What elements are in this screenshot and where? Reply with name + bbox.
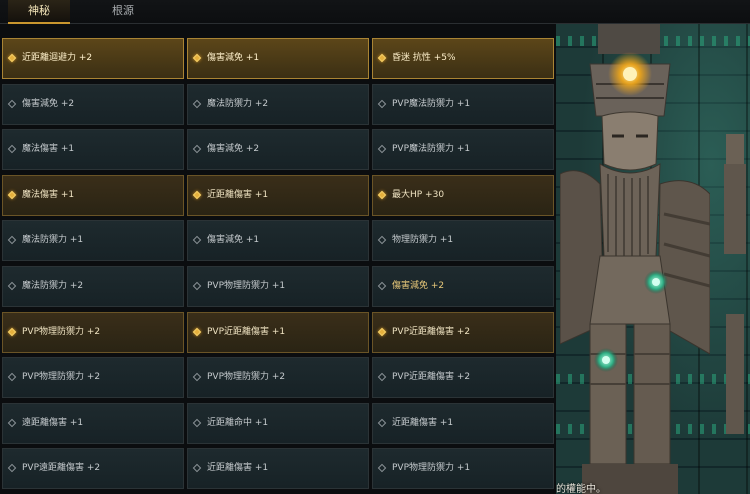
diamond-icon xyxy=(192,236,202,245)
diamond-icon xyxy=(7,99,17,108)
diamond-icon xyxy=(192,418,202,428)
perk-cell[interactable]: 近距離命中 +1 xyxy=(187,402,369,444)
perk-cell[interactable]: 魔法防禦力 +2 xyxy=(187,83,369,125)
perk-cell[interactable]: PVP物理防禦力 +2 xyxy=(187,357,369,399)
diamond-icon xyxy=(192,327,202,336)
perk-cell[interactable]: 近距離傷害 +1 xyxy=(187,174,369,216)
diamond-icon xyxy=(377,372,387,382)
perk-label: PVP遠距離傷害 +2 xyxy=(22,463,101,474)
perk-cell[interactable]: 傷害減免 +2 xyxy=(187,129,369,171)
diamond-icon xyxy=(7,190,17,200)
perk-cell[interactable]: 昏迷 抗性 +5% xyxy=(372,38,554,79)
diamond-icon xyxy=(377,53,387,63)
perk-cell[interactable]: 近距離迴避力 +2 xyxy=(2,38,184,79)
perk-cell[interactable]: 魔法傷害 +1 xyxy=(2,174,184,216)
perk-label: PVP近距離傷害 +1 xyxy=(207,326,286,337)
perk-label: 魔法傷害 +1 xyxy=(22,189,75,200)
diamond-icon xyxy=(7,418,17,428)
diamond-icon xyxy=(7,236,17,245)
perk-cell[interactable]: 傷害減免 +1 xyxy=(187,38,369,79)
perk-label: 近距離命中 +1 xyxy=(207,417,269,428)
perk-label: PVP魔法防禦力 +1 xyxy=(392,144,471,155)
perk-cell[interactable]: PVP物理防禦力 +2 xyxy=(2,357,184,399)
perk-cell[interactable]: 近距離傷害 +1 xyxy=(372,402,554,444)
diamond-icon xyxy=(7,144,17,154)
perk-cell[interactable]: 近距離傷害 +1 xyxy=(187,448,369,490)
diamond-icon xyxy=(377,236,387,245)
diamond-icon xyxy=(377,99,387,108)
perk-cell[interactable]: 魔法傷害 +1 xyxy=(2,129,184,171)
perk-label: PVP物理防禦力 +1 xyxy=(392,463,471,474)
perk-label: 傷害減免 +2 xyxy=(22,98,75,109)
description-text: 的權能中。 xyxy=(556,484,606,494)
perk-label: 魔法防禦力 +2 xyxy=(22,281,84,291)
perk-label: PVP物理防禦力 +1 xyxy=(207,281,286,291)
perk-cell[interactable]: PVP物理防禦力 +2 xyxy=(2,311,184,353)
perk-cell[interactable]: 傷害減免 +2 xyxy=(2,83,184,125)
perk-label: 傷害減免 +2 xyxy=(392,281,445,291)
lamassu-artwork xyxy=(556,24,750,494)
diamond-icon xyxy=(377,418,387,428)
perk-label: 傷害減免 +2 xyxy=(207,144,260,155)
perk-cell[interactable]: PVP物理防禦力 +1 xyxy=(372,448,554,490)
perk-label: 魔法傷害 +1 xyxy=(22,144,75,155)
perk-label: PVP物理防禦力 +2 xyxy=(22,372,101,383)
perk-label: 傷害減免 +1 xyxy=(207,53,260,63)
diamond-icon xyxy=(192,53,202,63)
perk-cell[interactable]: 遠距離傷害 +1 xyxy=(2,402,184,444)
perk-label: 近距離傷害 +1 xyxy=(392,417,454,428)
perk-label: PVP近距離傷害 +2 xyxy=(392,372,471,383)
diamond-icon xyxy=(377,190,387,200)
diamond-icon xyxy=(192,190,202,200)
perk-label: 傷害減免 +1 xyxy=(207,235,260,246)
diamond-icon xyxy=(377,281,387,291)
perk-cell[interactable]: 傷害減免 +2 xyxy=(372,266,554,307)
diamond-icon xyxy=(192,99,202,108)
perk-label: PVP近距離傷害 +2 xyxy=(392,326,471,337)
diamond-icon xyxy=(7,53,17,63)
perk-label: PVP物理防禦力 +2 xyxy=(22,326,101,337)
diamond-icon xyxy=(7,281,17,291)
diamond-icon xyxy=(377,327,387,336)
perk-label: PVP魔法防禦力 +1 xyxy=(392,98,471,109)
perk-label: 物理防禦力 +1 xyxy=(392,235,454,246)
tab-mystic[interactable]: 神秘 xyxy=(8,0,70,24)
diamond-icon xyxy=(192,144,202,154)
diamond-icon xyxy=(7,372,17,382)
perk-label: 遠距離傷害 +1 xyxy=(22,417,84,428)
perk-cell[interactable]: 魔法防禦力 +1 xyxy=(2,220,184,262)
perk-label: 近距離迴避力 +2 xyxy=(22,53,93,63)
perk-label: 近距離傷害 +1 xyxy=(207,463,269,474)
perk-label: 最大HP +30 xyxy=(392,189,445,200)
perk-cell[interactable]: 傷害減免 +1 xyxy=(187,220,369,262)
perk-cell[interactable]: PVP物理防禦力 +1 xyxy=(187,266,369,307)
perk-label: 魔法防禦力 +2 xyxy=(207,98,269,109)
figure-relief xyxy=(724,134,746,434)
statue-illustration xyxy=(560,24,710,494)
perk-cell[interactable]: 物理防禦力 +1 xyxy=(372,220,554,262)
diamond-icon xyxy=(7,464,17,473)
perk-label: 魔法防禦力 +1 xyxy=(22,235,84,246)
diamond-icon xyxy=(377,464,387,473)
tab-origin[interactable]: 根源 xyxy=(92,0,154,24)
perk-cell[interactable]: PVP近距離傷害 +1 xyxy=(187,311,369,353)
diamond-icon xyxy=(7,327,17,336)
perk-cell[interactable]: 魔法防禦力 +2 xyxy=(2,266,184,307)
perk-cell[interactable]: 最大HP +30 xyxy=(372,174,554,216)
tab-bar: 神秘 根源 xyxy=(0,0,750,24)
perk-cell[interactable]: PVP遠距離傷害 +2 xyxy=(2,448,184,490)
perk-cell[interactable]: PVP魔法防禦力 +1 xyxy=(372,129,554,171)
diamond-icon xyxy=(192,464,202,473)
perk-cell[interactable]: PVP近距離傷害 +2 xyxy=(372,311,554,353)
perk-label: 近距離傷害 +1 xyxy=(207,189,269,200)
perk-label: 昏迷 抗性 +5% xyxy=(392,53,456,63)
diamond-icon xyxy=(192,372,202,382)
perk-cell[interactable]: PVP魔法防禦力 +1 xyxy=(372,83,554,125)
perk-cell[interactable]: PVP近距離傷害 +2 xyxy=(372,357,554,399)
diamond-icon xyxy=(377,144,387,154)
perk-label: PVP物理防禦力 +2 xyxy=(207,372,286,383)
diamond-icon xyxy=(192,281,202,291)
